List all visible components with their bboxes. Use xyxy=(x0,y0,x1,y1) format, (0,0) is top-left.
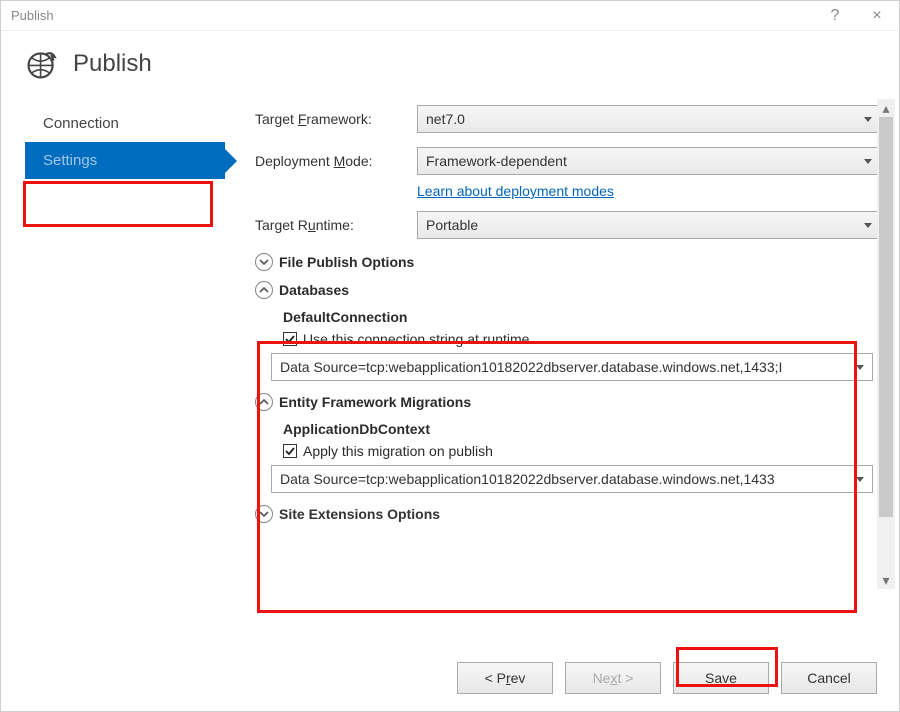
section-file-publish-options[interactable]: File Publish Options xyxy=(255,253,881,271)
page-title: Publish xyxy=(73,50,152,78)
dialog-footer: < Prev Next > Save Cancel xyxy=(1,645,899,711)
section-title-ef: Entity Framework Migrations xyxy=(279,394,471,410)
scroll-down-arrow-icon[interactable]: ▾ xyxy=(877,571,895,589)
section-site-extensions[interactable]: Site Extensions Options xyxy=(255,505,881,523)
nav-item-connection[interactable]: Connection xyxy=(25,105,225,142)
apply-migration-label: Apply this migration on publish xyxy=(303,443,493,459)
default-connection-string-combo[interactable]: Data Source=tcp:webapplication10182022db… xyxy=(271,353,873,381)
target-framework-combo[interactable]: net7.0 xyxy=(417,105,881,133)
nav-sidebar: Connection Settings xyxy=(25,99,225,615)
chevron-up-icon xyxy=(255,393,273,411)
target-runtime-combo[interactable]: Portable xyxy=(417,211,881,239)
target-framework-label: Target Framework: xyxy=(255,111,417,127)
section-ef-migrations[interactable]: Entity Framework Migrations xyxy=(255,393,881,411)
default-connection-heading: DefaultConnection xyxy=(283,309,881,325)
next-button: Next > xyxy=(565,662,661,694)
use-connection-string-label: Use this connection string at runtime xyxy=(303,331,529,347)
deployment-modes-link[interactable]: Learn about deployment modes xyxy=(417,183,614,199)
publish-globe-icon xyxy=(25,47,59,81)
ef-connection-string-combo[interactable]: Data Source=tcp:webapplication10182022db… xyxy=(271,465,873,493)
deployment-mode-combo[interactable]: Framework-dependent xyxy=(417,147,881,175)
page-header: Publish xyxy=(1,31,899,99)
use-connection-string-checkbox[interactable] xyxy=(283,332,297,346)
scroll-up-arrow-icon[interactable]: ▴ xyxy=(877,99,895,117)
settings-panel: Target Framework: net7.0 Deployment Mode… xyxy=(225,99,899,615)
nav-item-settings[interactable]: Settings xyxy=(25,142,225,179)
section-title-databases: Databases xyxy=(279,282,349,298)
chevron-up-icon xyxy=(255,281,273,299)
chevron-down-icon xyxy=(255,253,273,271)
help-button[interactable]: ? xyxy=(821,1,849,31)
window-titlebar: Publish ? × xyxy=(1,1,899,31)
prev-button[interactable]: < Prev xyxy=(457,662,553,694)
cancel-button[interactable]: Cancel xyxy=(781,662,877,694)
close-button[interactable]: × xyxy=(863,1,891,31)
chevron-down-icon xyxy=(255,505,273,523)
section-databases[interactable]: Databases xyxy=(255,281,881,299)
content-area: Connection Settings Target Framework: ne… xyxy=(1,99,899,615)
section-title-file-publish: File Publish Options xyxy=(279,254,414,270)
section-title-site-ext: Site Extensions Options xyxy=(279,506,440,522)
vertical-scrollbar[interactable]: ▴ ▾ xyxy=(877,99,895,589)
scroll-thumb[interactable] xyxy=(879,117,893,517)
window-title: Publish xyxy=(11,8,54,23)
ef-context-heading: ApplicationDbContext xyxy=(283,421,881,437)
apply-migration-checkbox[interactable] xyxy=(283,444,297,458)
save-button[interactable]: Save xyxy=(673,662,769,694)
deployment-mode-label: Deployment Mode: xyxy=(255,153,417,169)
target-runtime-label: Target Runtime: xyxy=(255,217,417,233)
